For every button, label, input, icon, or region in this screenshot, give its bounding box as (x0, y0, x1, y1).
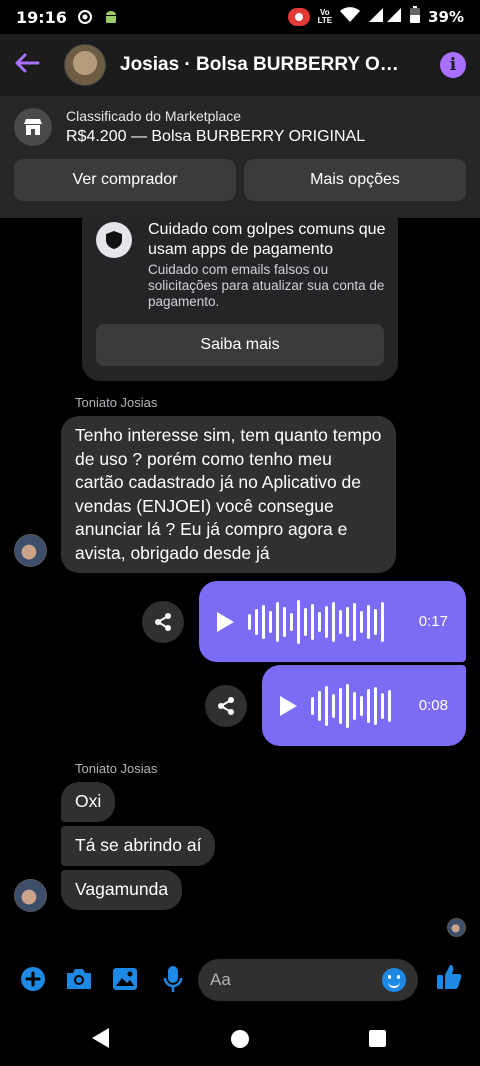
battery-icon (410, 6, 421, 28)
sender-name: Toniato Josias (75, 761, 158, 776)
play-icon[interactable] (280, 695, 297, 716)
voice-message[interactable]: 0:08 (262, 665, 466, 746)
microphone-icon[interactable] (158, 964, 188, 994)
sender-name: Toniato Josias (75, 395, 158, 410)
info-icon[interactable]: i (440, 52, 466, 78)
like-icon[interactable] (434, 962, 464, 992)
message-list[interactable]: Cuidado com golpes comuns que usam apps … (0, 218, 480, 940)
plus-icon[interactable] (18, 964, 48, 994)
warning-title: Cuidado com golpes comuns que usam apps … (148, 221, 386, 258)
android-icon (103, 9, 119, 25)
warning-body: Cuidado com emails falsos ou solicitaçõe… (148, 262, 385, 309)
store-icon (14, 108, 52, 146)
more-options-button[interactable]: Mais opções (244, 159, 466, 201)
settings-icon (77, 9, 93, 25)
nav-home-icon[interactable] (231, 1030, 249, 1048)
thread-avatar[interactable] (64, 44, 106, 86)
message-input-placeholder: Aa (210, 970, 231, 989)
learn-more-button[interactable]: Saiba mais (96, 324, 384, 366)
voice-message[interactable]: 0:17 (199, 581, 466, 662)
message-input[interactable]: Aa (198, 959, 418, 1001)
seen-indicator-avatar (447, 918, 466, 937)
avatar[interactable] (14, 879, 47, 912)
view-buyer-button[interactable]: Ver comprador (14, 159, 236, 201)
scam-warning-card: Cuidado com golpes comuns que usam apps … (82, 218, 398, 381)
play-icon[interactable] (217, 611, 234, 632)
marketplace-panel: Classificado do Marketplace R$4.200 — Bo… (0, 96, 480, 218)
emoji-icon[interactable] (382, 968, 406, 992)
nav-back-icon[interactable] (92, 1028, 109, 1048)
gallery-icon[interactable] (110, 964, 140, 994)
marketplace-label: Classificado do Marketplace (66, 108, 242, 124)
nav-recents-icon[interactable] (369, 1030, 386, 1047)
volte-icon: Vo LTE (318, 9, 333, 25)
status-bar: 19:16 Vo LTE 39% (0, 0, 480, 34)
system-nav-bar (0, 1020, 480, 1066)
volte-bottom-label: LTE (317, 16, 333, 25)
message-bubble[interactable]: Tenho interesse sim, tem quanto tempo de… (61, 416, 396, 573)
waveform (248, 597, 384, 647)
marketplace-listing[interactable]: R$4.200 — Bolsa BURBERRY ORIGINAL (66, 128, 365, 146)
signal-icon (368, 7, 402, 28)
voice-duration: 0:08 (418, 697, 448, 714)
shield-icon (96, 222, 132, 258)
camera-icon[interactable] (64, 964, 94, 994)
waveform (311, 681, 391, 731)
screen-record-icon (287, 8, 310, 26)
battery-percent: 39% (428, 8, 464, 26)
composer-bar: Aa (0, 940, 480, 1020)
avatar[interactable] (14, 534, 47, 567)
voice-duration: 0:17 (418, 613, 448, 630)
message-bubble[interactable]: Oxi (61, 782, 116, 822)
thread-title[interactable]: Josias · Bolsa BURBERRY ORIGINAL (120, 54, 410, 76)
message-bubble[interactable]: Vagamunda (61, 870, 183, 910)
status-time: 19:16 (16, 7, 67, 27)
share-icon[interactable] (142, 601, 184, 643)
message-bubble[interactable]: Tá se abrindo aí (61, 826, 216, 866)
conversation-header: Josias · Bolsa BURBERRY ORIGINAL i (0, 34, 480, 96)
back-arrow-icon[interactable] (14, 50, 54, 80)
wifi-icon (340, 6, 361, 28)
share-icon[interactable] (205, 685, 247, 727)
